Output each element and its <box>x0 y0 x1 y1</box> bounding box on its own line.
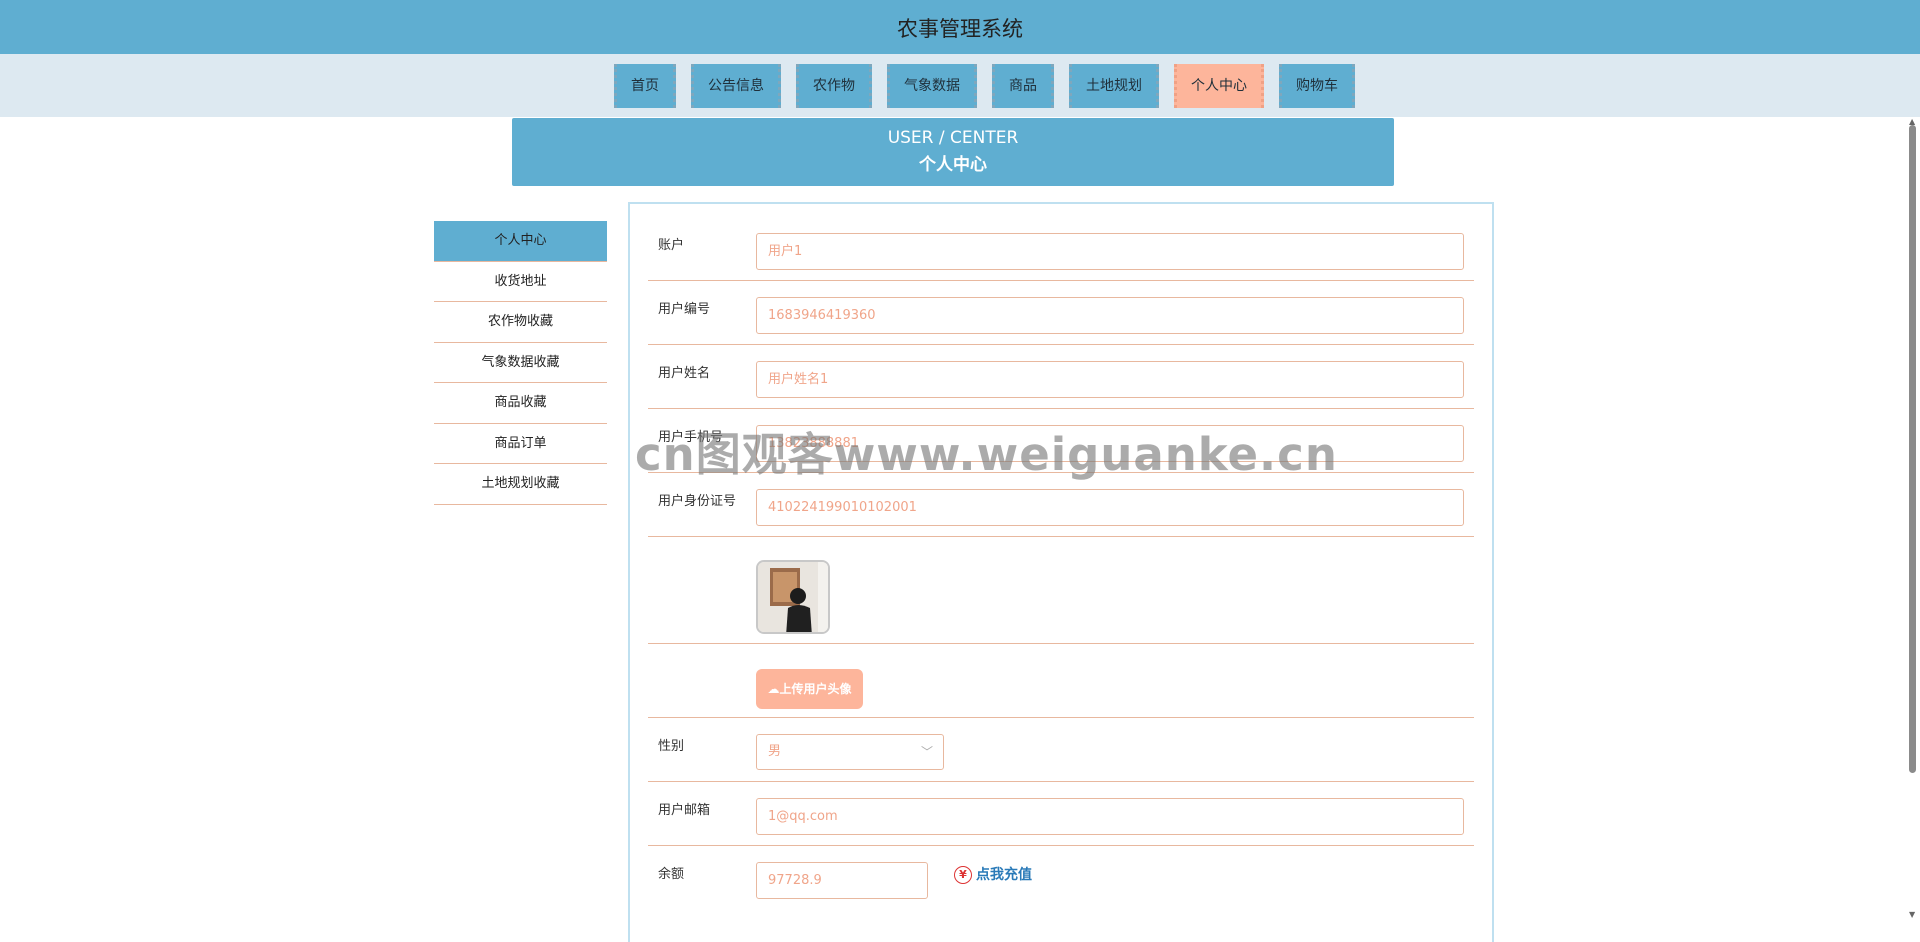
app-title: 农事管理系统 <box>897 17 1023 41</box>
form-row-balance: 余额 97728.9 ¥ 点我充值 <box>648 853 1474 913</box>
user-no-label: 用户编号 <box>658 302 711 317</box>
gender-select[interactable]: 男 ﹀ <box>756 734 944 770</box>
profile-form-panel: 账户 用户1 用户编号 1683946419360 用户姓名 用户姓名1 用户手… <box>628 202 1494 942</box>
form-row-account: 账户 用户1 <box>648 224 1474 281</box>
banner-title-cn: 个人中心 <box>919 155 987 175</box>
email-label: 用户邮箱 <box>658 803 711 818</box>
nav-home[interactable]: 首页 <box>614 64 676 108</box>
id-card-input[interactable]: 410224199010102001 <box>756 489 1464 526</box>
sidebar: 个人中心 收货地址 农作物收藏 气象数据收藏 商品收藏 商品订单 土地规划收藏 <box>434 221 607 505</box>
avatar-image <box>758 562 828 632</box>
banner-title-en: USER / CENTER <box>887 128 1019 148</box>
gender-label: 性别 <box>658 739 685 754</box>
user-name-input[interactable]: 用户姓名1 <box>756 361 1464 398</box>
user-name-label: 用户姓名 <box>658 366 711 381</box>
sidebar-item-land-favorites[interactable]: 土地规划收藏 <box>434 464 607 505</box>
phone-label: 用户手机号 <box>658 430 724 445</box>
nav-land-planning[interactable]: 土地规划 <box>1069 64 1159 108</box>
form-row-user-name: 用户姓名 用户姓名1 <box>648 352 1474 409</box>
user-no-input[interactable]: 1683946419360 <box>756 297 1464 334</box>
account-label: 账户 <box>658 238 685 253</box>
form-row-gender: 性别 男 ﹀ <box>648 725 1474 782</box>
sidebar-item-product-orders[interactable]: 商品订单 <box>434 424 607 464</box>
account-input[interactable]: 用户1 <box>756 233 1464 270</box>
form-row-avatar <box>648 544 1474 644</box>
cloud-upload-icon: ☁ <box>767 682 780 696</box>
phone-input[interactable]: 13823888881 <box>756 425 1464 462</box>
nav-products[interactable]: 商品 <box>992 64 1054 108</box>
gender-selected-value: 男 <box>768 744 782 759</box>
scrollbar-thumb[interactable] <box>1909 125 1916 773</box>
user-avatar <box>756 560 830 634</box>
sidebar-item-shipping-address[interactable]: 收货地址 <box>434 262 607 302</box>
nav-cart[interactable]: 购物车 <box>1279 64 1355 108</box>
balance-label: 余额 <box>658 867 685 882</box>
chevron-down-icon: ﹀ <box>920 745 933 759</box>
email-input[interactable]: 1@qq.com <box>756 798 1464 835</box>
form-row-user-no: 用户编号 1683946419360 <box>648 288 1474 345</box>
upload-avatar-label: 上传用户头像 <box>779 682 852 696</box>
sidebar-item-product-favorites[interactable]: 商品收藏 <box>434 383 607 424</box>
sidebar-item-personal-center[interactable]: 个人中心 <box>434 221 607 262</box>
scroll-down-icon[interactable]: ▼ <box>1909 910 1915 919</box>
main-nav: 首页 公告信息 农作物 气象数据 商品 土地规划 个人中心 购物车 <box>0 54 1920 117</box>
nav-announcements[interactable]: 公告信息 <box>691 64 781 108</box>
sidebar-item-crop-favorites[interactable]: 农作物收藏 <box>434 302 607 343</box>
page-scrollbar[interactable]: ▲ ▼ <box>1906 117 1920 919</box>
nav-personal-center[interactable]: 个人中心 <box>1174 64 1264 108</box>
sidebar-item-weather-favorites[interactable]: 气象数据收藏 <box>434 343 607 383</box>
form-row-email: 用户邮箱 1@qq.com <box>648 789 1474 846</box>
balance-input[interactable]: 97728.9 <box>756 862 928 899</box>
form-row-phone: 用户手机号 13823888881 <box>648 416 1474 473</box>
form-row-id-card: 用户身份证号 410224199010102001 <box>648 480 1474 537</box>
top-header: 农事管理系统 <box>0 0 1920 54</box>
recharge-label: 点我充值 <box>976 867 1032 883</box>
form-row-upload: ☁上传用户头像 <box>648 651 1474 718</box>
recharge-link[interactable]: ¥ 点我充值 <box>954 864 1032 884</box>
nav-crops[interactable]: 农作物 <box>796 64 872 108</box>
id-card-label: 用户身份证号 <box>658 494 737 509</box>
nav-weather-data[interactable]: 气象数据 <box>887 64 977 108</box>
yen-icon: ¥ <box>954 866 972 884</box>
page-banner: USER / CENTER 个人中心 <box>512 118 1394 186</box>
upload-avatar-button[interactable]: ☁上传用户头像 <box>756 669 863 709</box>
